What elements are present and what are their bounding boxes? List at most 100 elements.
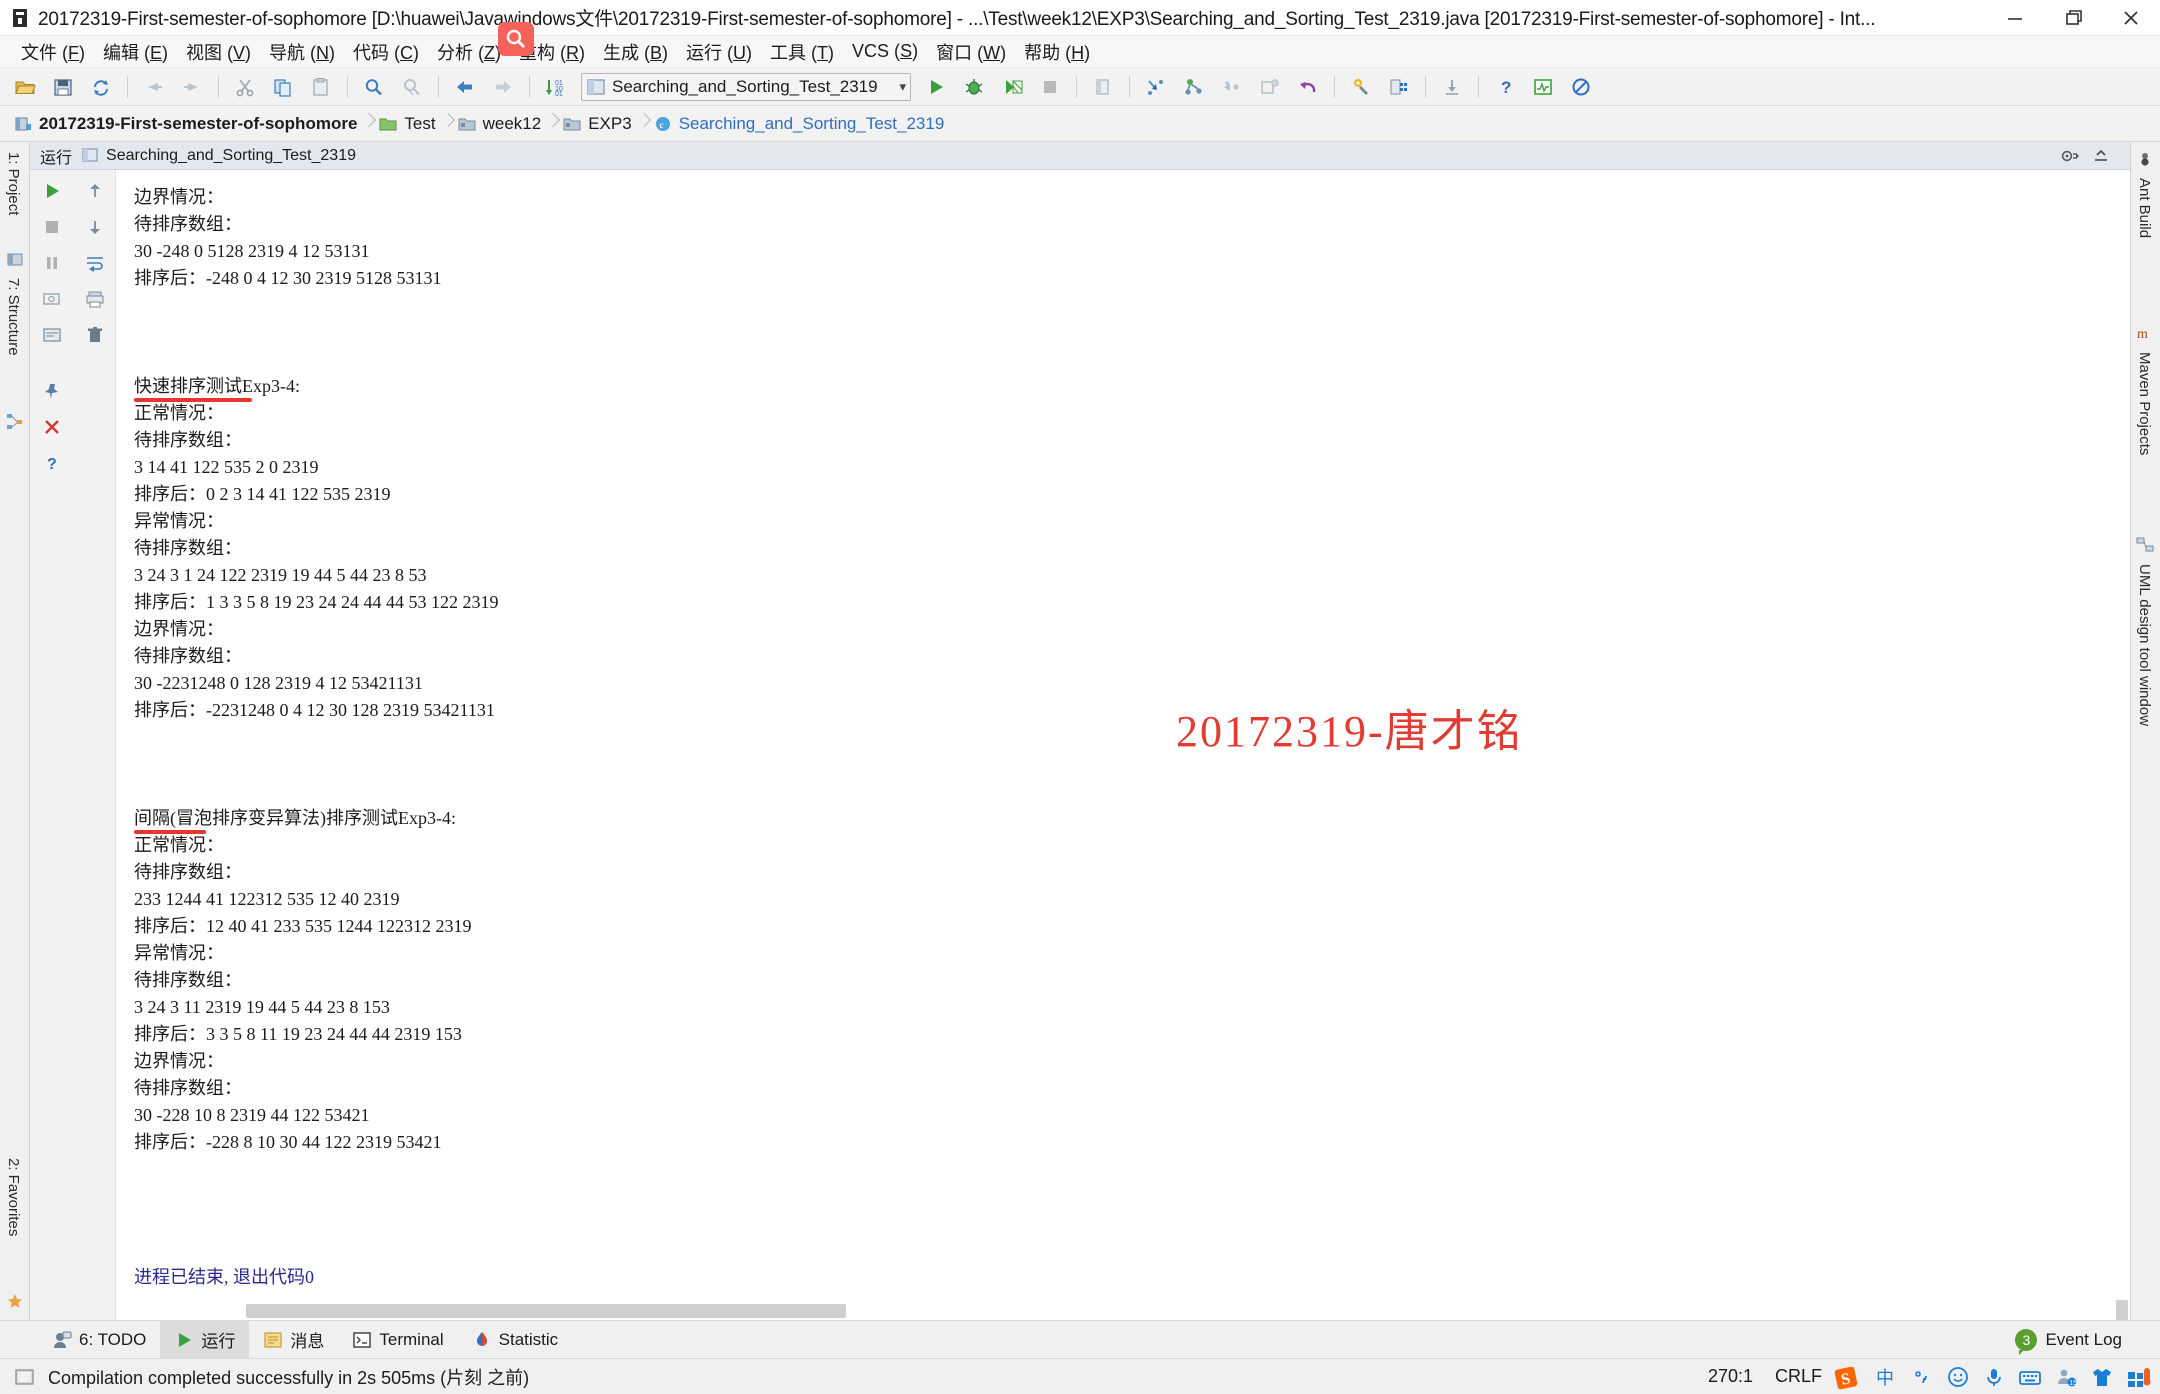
menu-item-f[interactable]: 文件 (F) — [12, 36, 94, 68]
pin-icon[interactable] — [35, 376, 69, 406]
cut-icon[interactable] — [228, 72, 262, 102]
debug-icon[interactable] — [957, 72, 991, 102]
pause-icon[interactable] — [35, 248, 69, 278]
scroll-down-icon[interactable] — [78, 212, 112, 242]
menu-item-e[interactable]: 编辑 (E) — [94, 36, 177, 68]
save-all-icon[interactable] — [46, 72, 80, 102]
breadcrumb-item-4[interactable]: c Searching_and_Sorting_Test_2319 — [650, 106, 949, 142]
console-line-text: 边界情况： — [134, 1051, 224, 1071]
menu-item-c[interactable]: 代码 (C) — [344, 36, 428, 68]
minimize-button[interactable] — [1986, 0, 2044, 36]
project-structure-icon[interactable] — [1382, 72, 1416, 102]
print-icon[interactable] — [78, 284, 112, 314]
bottom-tab-terminal[interactable]: Terminal — [338, 1321, 457, 1359]
run-coverage-icon[interactable] — [995, 72, 1029, 102]
maximize-button[interactable] — [2044, 0, 2102, 36]
gear-icon[interactable] — [2058, 146, 2080, 171]
skin-icon[interactable] — [2090, 1365, 2114, 1389]
close-button[interactable] — [2102, 0, 2160, 36]
sync-icon[interactable] — [84, 72, 118, 102]
console-output[interactable]: 边界情况： 待排序数组： 30 -248 0 5128 2319 4 12 5313… — [116, 170, 2130, 1320]
menu-item-b[interactable]: 生成 (B) — [594, 36, 677, 68]
help-icon[interactable]: ? — [35, 448, 69, 478]
step-out-icon[interactable] — [1215, 72, 1249, 102]
sidebar-item-favorites[interactable]: 2: Favorites — [2, 1152, 25, 1242]
caret-position[interactable]: 270:1 — [1708, 1366, 1753, 1387]
forward-icon[interactable] — [486, 72, 520, 102]
status-bar-right: 270:1 CRLF S 中 15 — [1708, 1365, 2151, 1389]
trash-icon[interactable] — [78, 320, 112, 350]
open-folder-icon[interactable] — [8, 72, 42, 102]
svg-text:?: ? — [47, 456, 57, 473]
event-log-button[interactable]: 3 Event Log — [2015, 1328, 2122, 1355]
use-console-icon[interactable] — [35, 320, 69, 350]
undo-icon[interactable] — [137, 72, 171, 102]
toolbox-icon[interactable] — [2126, 1365, 2151, 1389]
microphone-icon[interactable] — [1982, 1365, 2006, 1389]
find-icon[interactable] — [357, 72, 391, 102]
stop-icon[interactable] — [35, 212, 69, 242]
run-dashboard-icon[interactable] — [1086, 72, 1120, 102]
bottom-tab-6todo[interactable]: 6: TODO — [38, 1321, 160, 1359]
chinese-input-icon[interactable]: 中 — [1874, 1365, 1898, 1389]
redo-icon[interactable] — [175, 72, 209, 102]
console-horizontal-scrollbar[interactable] — [246, 1304, 846, 1318]
line-separator[interactable]: CRLF — [1775, 1366, 1822, 1387]
print-screen-icon[interactable] — [35, 284, 69, 314]
run-tab-name[interactable]: Searching_and_Sorting_Test_2319 — [106, 147, 356, 165]
download-icon[interactable] — [1435, 72, 1469, 102]
menu-item-v[interactable]: 视图 (V) — [177, 36, 260, 68]
menu-item-u[interactable]: 运行 (U) — [677, 36, 761, 68]
soft-wrap-icon[interactable] — [78, 248, 112, 278]
breadcrumb-item-0[interactable]: 20172319-First-semester-of-sophomore — [10, 106, 361, 142]
hide-window-icon[interactable] — [2092, 147, 2112, 170]
breadcrumb-separator-icon — [545, 106, 559, 142]
menu-item-t[interactable]: 工具 (T) — [761, 36, 843, 68]
help-icon[interactable]: ? — [1488, 72, 1522, 102]
folder-icon — [563, 116, 581, 132]
contacts-icon[interactable]: 15 — [2054, 1365, 2078, 1389]
run-configuration-selector[interactable]: Searching_and_Sorting_Test_2319 ▾ — [581, 72, 911, 101]
sidebar-item-maven-projects[interactable]: Maven Projects — [2133, 346, 2156, 461]
keyboard-icon[interactable] — [2018, 1365, 2042, 1389]
sidebar-item-uml-design-tool-window[interactable]: UML design tool window — [2133, 558, 2156, 732]
menu-item-n[interactable]: 导航 (N) — [260, 36, 344, 68]
scroll-up-icon[interactable] — [78, 176, 112, 206]
chevron-down-icon[interactable]: ▾ — [891, 79, 906, 95]
breadcrumb-item-3[interactable]: EXP3 — [559, 106, 635, 142]
run-icon[interactable] — [919, 72, 953, 102]
close-icon[interactable] — [35, 412, 69, 442]
branch-icon[interactable] — [1177, 72, 1211, 102]
rollback-icon[interactable] — [1291, 72, 1325, 102]
menu-item-w[interactable]: 窗口 (W) — [927, 36, 1015, 68]
bottom-tab-statistic[interactable]: Statistic — [458, 1321, 573, 1359]
sidebar-item-structure[interactable]: 7: Structure — [2, 272, 25, 362]
paste-icon[interactable] — [304, 72, 338, 102]
no-inspection-icon[interactable] — [1564, 72, 1598, 102]
copy-icon[interactable] — [266, 72, 300, 102]
search-icon[interactable] — [498, 22, 534, 56]
rerun-icon[interactable] — [35, 176, 69, 206]
emoji-icon[interactable] — [1946, 1365, 1970, 1389]
breadcrumb-item-2[interactable]: week12 — [454, 106, 546, 142]
sidebar-item-project[interactable]: 1: Project — [2, 146, 25, 221]
sidebar-item-ant-build[interactable]: Ant Build — [2133, 172, 2156, 244]
sort-icon[interactable]: 01 10 01 — [539, 72, 573, 102]
console-vertical-scrollbar[interactable] — [2116, 1300, 2128, 1320]
stop-icon[interactable] — [1033, 72, 1067, 102]
menu-item-h[interactable]: 帮助 (H) — [1015, 36, 1099, 68]
menu-item-s[interactable]: VCS (S) — [843, 38, 927, 65]
bottom-tab-[interactable]: 运行 — [160, 1320, 250, 1359]
activity-monitor-icon[interactable] — [1526, 72, 1560, 102]
gutter-column-left: ? — [30, 170, 73, 478]
sogou-icon[interactable]: S — [1834, 1365, 1862, 1389]
bottom-tab-[interactable]: 消息 — [249, 1321, 338, 1359]
replace-icon[interactable] — [395, 72, 429, 102]
step-into-icon[interactable] — [1139, 72, 1173, 102]
update-project-icon[interactable] — [1253, 72, 1287, 102]
breadcrumb-item-1[interactable]: Test — [375, 106, 439, 142]
punctuation-icon[interactable] — [1910, 1365, 1934, 1389]
back-icon[interactable] — [448, 72, 482, 102]
settings-icon[interactable] — [1344, 72, 1378, 102]
